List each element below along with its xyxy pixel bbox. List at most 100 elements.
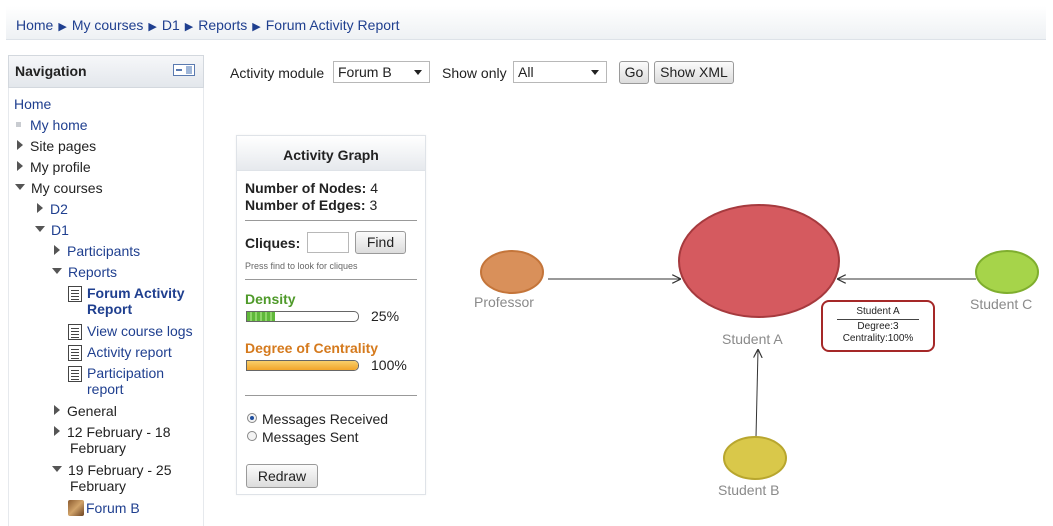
nav-participants[interactable]: Participants (67, 243, 140, 259)
divider (245, 220, 417, 221)
nodes-label: Number of Nodes: (245, 180, 367, 196)
go-button[interactable]: Go (619, 61, 649, 84)
messages-sent-label: Messages Sent (262, 429, 359, 445)
nav-forum-b-item[interactable]: Forum B (68, 500, 140, 517)
forum-icon (68, 500, 84, 517)
nav-reports[interactable]: Reports (68, 264, 117, 280)
messages-sent-option[interactable]: Messages Sent (247, 429, 359, 445)
chevron-down-icon (414, 70, 422, 75)
node-label-student-b: Student B (718, 482, 780, 498)
expand-icon (54, 426, 60, 437)
report-icon (68, 324, 82, 340)
tooltip-name: Student A (837, 306, 919, 320)
nav-activity-report-label[interactable]: Activity report (87, 344, 172, 360)
nav-week2-item[interactable]: 19 February - 25 February (52, 462, 172, 494)
density-bar-fill (247, 312, 275, 321)
show-only-label: Show only (442, 65, 507, 81)
nav-home[interactable]: Home (14, 96, 51, 112)
redraw-button[interactable]: Redraw (246, 464, 318, 488)
nav-my-home-item: My home (16, 117, 88, 133)
centrality-value: 100% (371, 357, 407, 373)
radio-unselected-icon[interactable] (247, 431, 257, 442)
nav-general-item[interactable]: General (54, 403, 117, 419)
navigation-block: Navigation Home My home Site pages My pr… (8, 55, 204, 526)
nodes-count: Number of Nodes: 4 (245, 180, 378, 196)
show-xml-button[interactable]: Show XML (654, 61, 734, 84)
nav-week2-line2: February (70, 478, 127, 494)
nav-my-courses-item[interactable]: My courses (15, 180, 103, 196)
edges-value: 3 (369, 197, 378, 213)
collapse-icon (52, 268, 62, 275)
panel-title: Activity Graph (237, 136, 425, 171)
nav-participants-item[interactable]: Participants (54, 243, 140, 259)
radio-selected-icon[interactable] (247, 413, 257, 424)
nav-forum-activity-report-line2[interactable]: Report (87, 301, 132, 317)
nav-participation-report[interactable]: Participation report (68, 365, 164, 397)
report-icon (68, 345, 82, 361)
nav-d1-item[interactable]: D1 (35, 222, 69, 238)
nav-forum-activity-report-line1[interactable]: Forum Activity (87, 285, 185, 301)
nav-week1-item[interactable]: 12 February - 18 February (54, 424, 171, 456)
divider (245, 279, 417, 280)
centrality-bar (246, 360, 359, 371)
breadcrumb-home[interactable]: Home (16, 17, 53, 33)
nav-general: General (67, 403, 117, 419)
nav-my-courses: My courses (31, 180, 103, 196)
nav-view-course-logs-label[interactable]: View course logs (87, 323, 193, 339)
dock-block-icon[interactable] (173, 64, 195, 76)
nav-d1[interactable]: D1 (51, 222, 69, 238)
nav-participation-report-line1[interactable]: Participation (87, 365, 164, 381)
nav-d2[interactable]: D2 (50, 201, 68, 217)
node-professor[interactable] (480, 250, 544, 294)
collapse-icon (15, 184, 25, 191)
nav-d2-item[interactable]: D2 (37, 201, 68, 217)
nav-view-course-logs[interactable]: View course logs (68, 323, 193, 340)
breadcrumb-current[interactable]: Forum Activity Report (266, 17, 400, 33)
nav-activity-report[interactable]: Activity report (68, 344, 172, 361)
density-bar (246, 311, 359, 322)
node-label-student-a: Student A (722, 331, 783, 347)
breadcrumb-reports[interactable]: Reports (198, 17, 247, 33)
nav-my-profile-item[interactable]: My profile (17, 159, 91, 175)
nav-forum-activity-report[interactable]: Forum Activity Report (68, 285, 185, 317)
node-student-b[interactable] (723, 436, 787, 480)
find-button[interactable]: Find (355, 231, 406, 254)
expand-icon (54, 245, 60, 256)
messages-received-option[interactable]: Messages Received (247, 411, 388, 427)
collapse-icon (35, 226, 45, 233)
show-only-select[interactable]: All (513, 61, 607, 83)
nav-participation-report-line2[interactable]: report (87, 381, 124, 397)
nav-site-pages: Site pages (30, 138, 97, 154)
activity-graph-panel: Activity Graph Number of Nodes: 4 Number… (236, 135, 426, 495)
tooltip-centrality: Centrality:100% (842, 333, 914, 344)
show-only-value: All (518, 64, 534, 80)
breadcrumb-separator-icon: ▶ (58, 21, 67, 33)
cliques-hint: Press find to look for cliques (245, 261, 358, 271)
breadcrumb-my-courses[interactable]: My courses (72, 17, 144, 33)
expand-icon (17, 161, 23, 172)
node-student-a[interactable] (678, 204, 840, 318)
activity-graph: Professor Student A Student C Student B … (440, 195, 1053, 515)
nav-forum-b[interactable]: Forum B (86, 500, 140, 516)
breadcrumb-d1[interactable]: D1 (162, 17, 180, 33)
activity-module-label: Activity module (230, 65, 325, 81)
node-student-c[interactable] (975, 250, 1039, 294)
nav-site-pages-item[interactable]: Site pages (17, 138, 96, 154)
nav-my-home[interactable]: My home (30, 117, 88, 133)
node-label-student-c: Student C (970, 296, 1033, 312)
node-label-professor: Professor (474, 294, 534, 310)
collapse-icon (52, 466, 62, 473)
expand-icon (17, 140, 23, 151)
graph-canvas (480, 204, 1039, 480)
breadcrumb: Home ▶ My courses ▶ D1 ▶ Reports ▶ Forum Activit… (6, 6, 1046, 40)
activity-module-select[interactable]: Forum B (333, 61, 430, 83)
report-icon (68, 286, 82, 302)
messages-received-label: Messages Received (262, 411, 389, 427)
expand-icon (37, 203, 43, 214)
breadcrumb-separator-icon: ▶ (148, 21, 157, 33)
cliques-input[interactable] (307, 232, 349, 253)
cliques-label: Cliques: (245, 235, 301, 251)
nav-reports-item[interactable]: Reports (52, 264, 117, 280)
density-label: Density (245, 291, 296, 307)
chevron-down-icon (591, 70, 599, 75)
